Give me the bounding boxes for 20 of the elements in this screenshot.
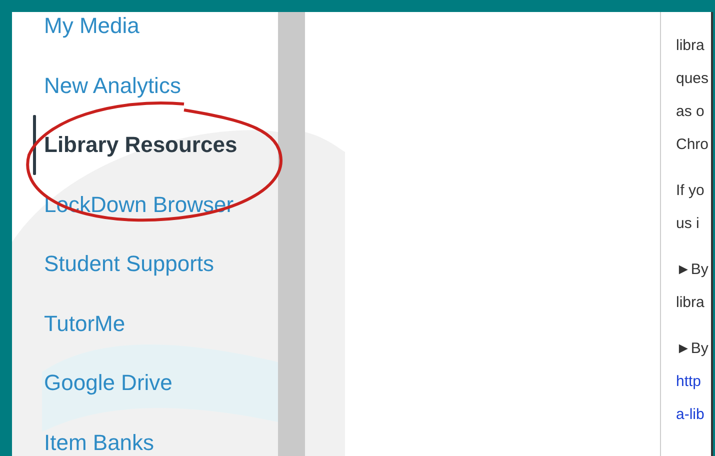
paragraph-text: If yo (676, 181, 706, 201)
sidebar-item[interactable]: Student Supports (32, 234, 278, 294)
paragraph-text: us i (676, 214, 700, 234)
sidebar-item[interactable]: My Media (32, 12, 278, 56)
paragraph-text: libra (676, 36, 706, 56)
sidebar-item[interactable]: New Analytics (32, 56, 278, 115)
paragraph-text: as o (676, 102, 706, 122)
paragraph-text: libra (676, 293, 706, 313)
selection-bar (33, 115, 36, 174)
paragraph-text: ►By (676, 260, 710, 280)
sidebar-item[interactable]: Google Drive (32, 353, 278, 412)
sidebar-item[interactable]: Library Resources (32, 115, 278, 174)
paragraph-text: ►By (676, 339, 710, 359)
paragraph-text: Chro (676, 135, 710, 155)
link[interactable]: http (676, 365, 711, 398)
sidebar-item[interactable]: Item Banks (32, 412, 278, 456)
paragraph-text: ques (676, 69, 710, 89)
link[interactable]: a-lib (676, 398, 711, 431)
scrollbar[interactable] (278, 12, 305, 456)
sidebar-item[interactable]: TutorMe (32, 294, 278, 353)
